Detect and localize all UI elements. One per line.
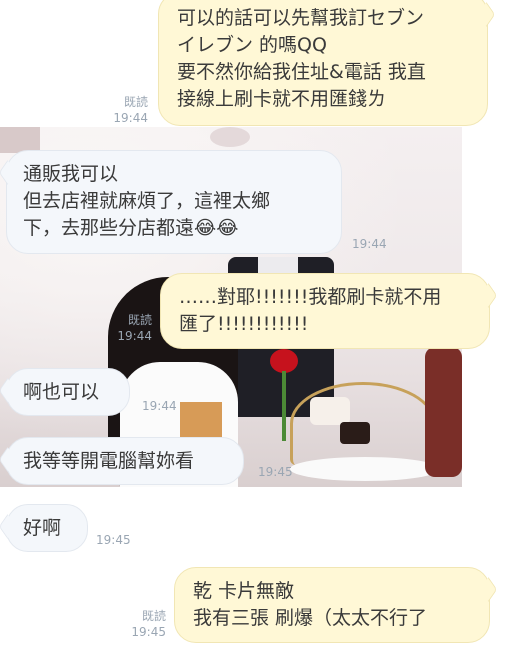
incoming-message-bubble[interactable]: 啊也可以 xyxy=(6,368,130,416)
read-receipt: 既読 xyxy=(127,313,152,327)
message-time: 19:44 xyxy=(113,111,148,125)
outgoing-message-bubble[interactable]: 乾 卡片無敵 我有三張 刷爆（太太不行了 xyxy=(174,567,490,643)
message-meta: 既読 19:44 xyxy=(104,312,152,344)
message-time: 19:44 xyxy=(142,399,177,413)
incoming-message-bubble[interactable]: 我等等開電腦幫妳看 xyxy=(6,437,244,485)
outgoing-message-bubble[interactable]: 可以的話可以先幫我訂セブン イレブン 的嗎QQ 要不然你給我住址&電話 我直 接… xyxy=(158,0,488,126)
message-time: 19:44 xyxy=(352,237,387,251)
message-time: 19:45 xyxy=(131,625,166,639)
incoming-message-bubble[interactable]: 通販我可以 但去店裡就麻煩了，這裡太鄉 下，去那些分店都遠😂😂 xyxy=(6,150,342,254)
message-meta: 既読 19:45 xyxy=(118,608,166,640)
message-time: 19:45 xyxy=(258,465,293,479)
message-time: 19:45 xyxy=(96,533,131,547)
read-receipt: 既読 xyxy=(123,95,148,109)
incoming-message-bubble[interactable]: 好啊 xyxy=(6,504,88,552)
outgoing-message-bubble[interactable]: ……對耶!!!!!!!我都刷卡就不用 匯了!!!!!!!!!!!! xyxy=(160,273,490,349)
message-time: 19:44 xyxy=(117,329,152,343)
message-meta: 既読 19:44 xyxy=(100,94,148,126)
read-receipt: 既読 xyxy=(141,609,166,623)
